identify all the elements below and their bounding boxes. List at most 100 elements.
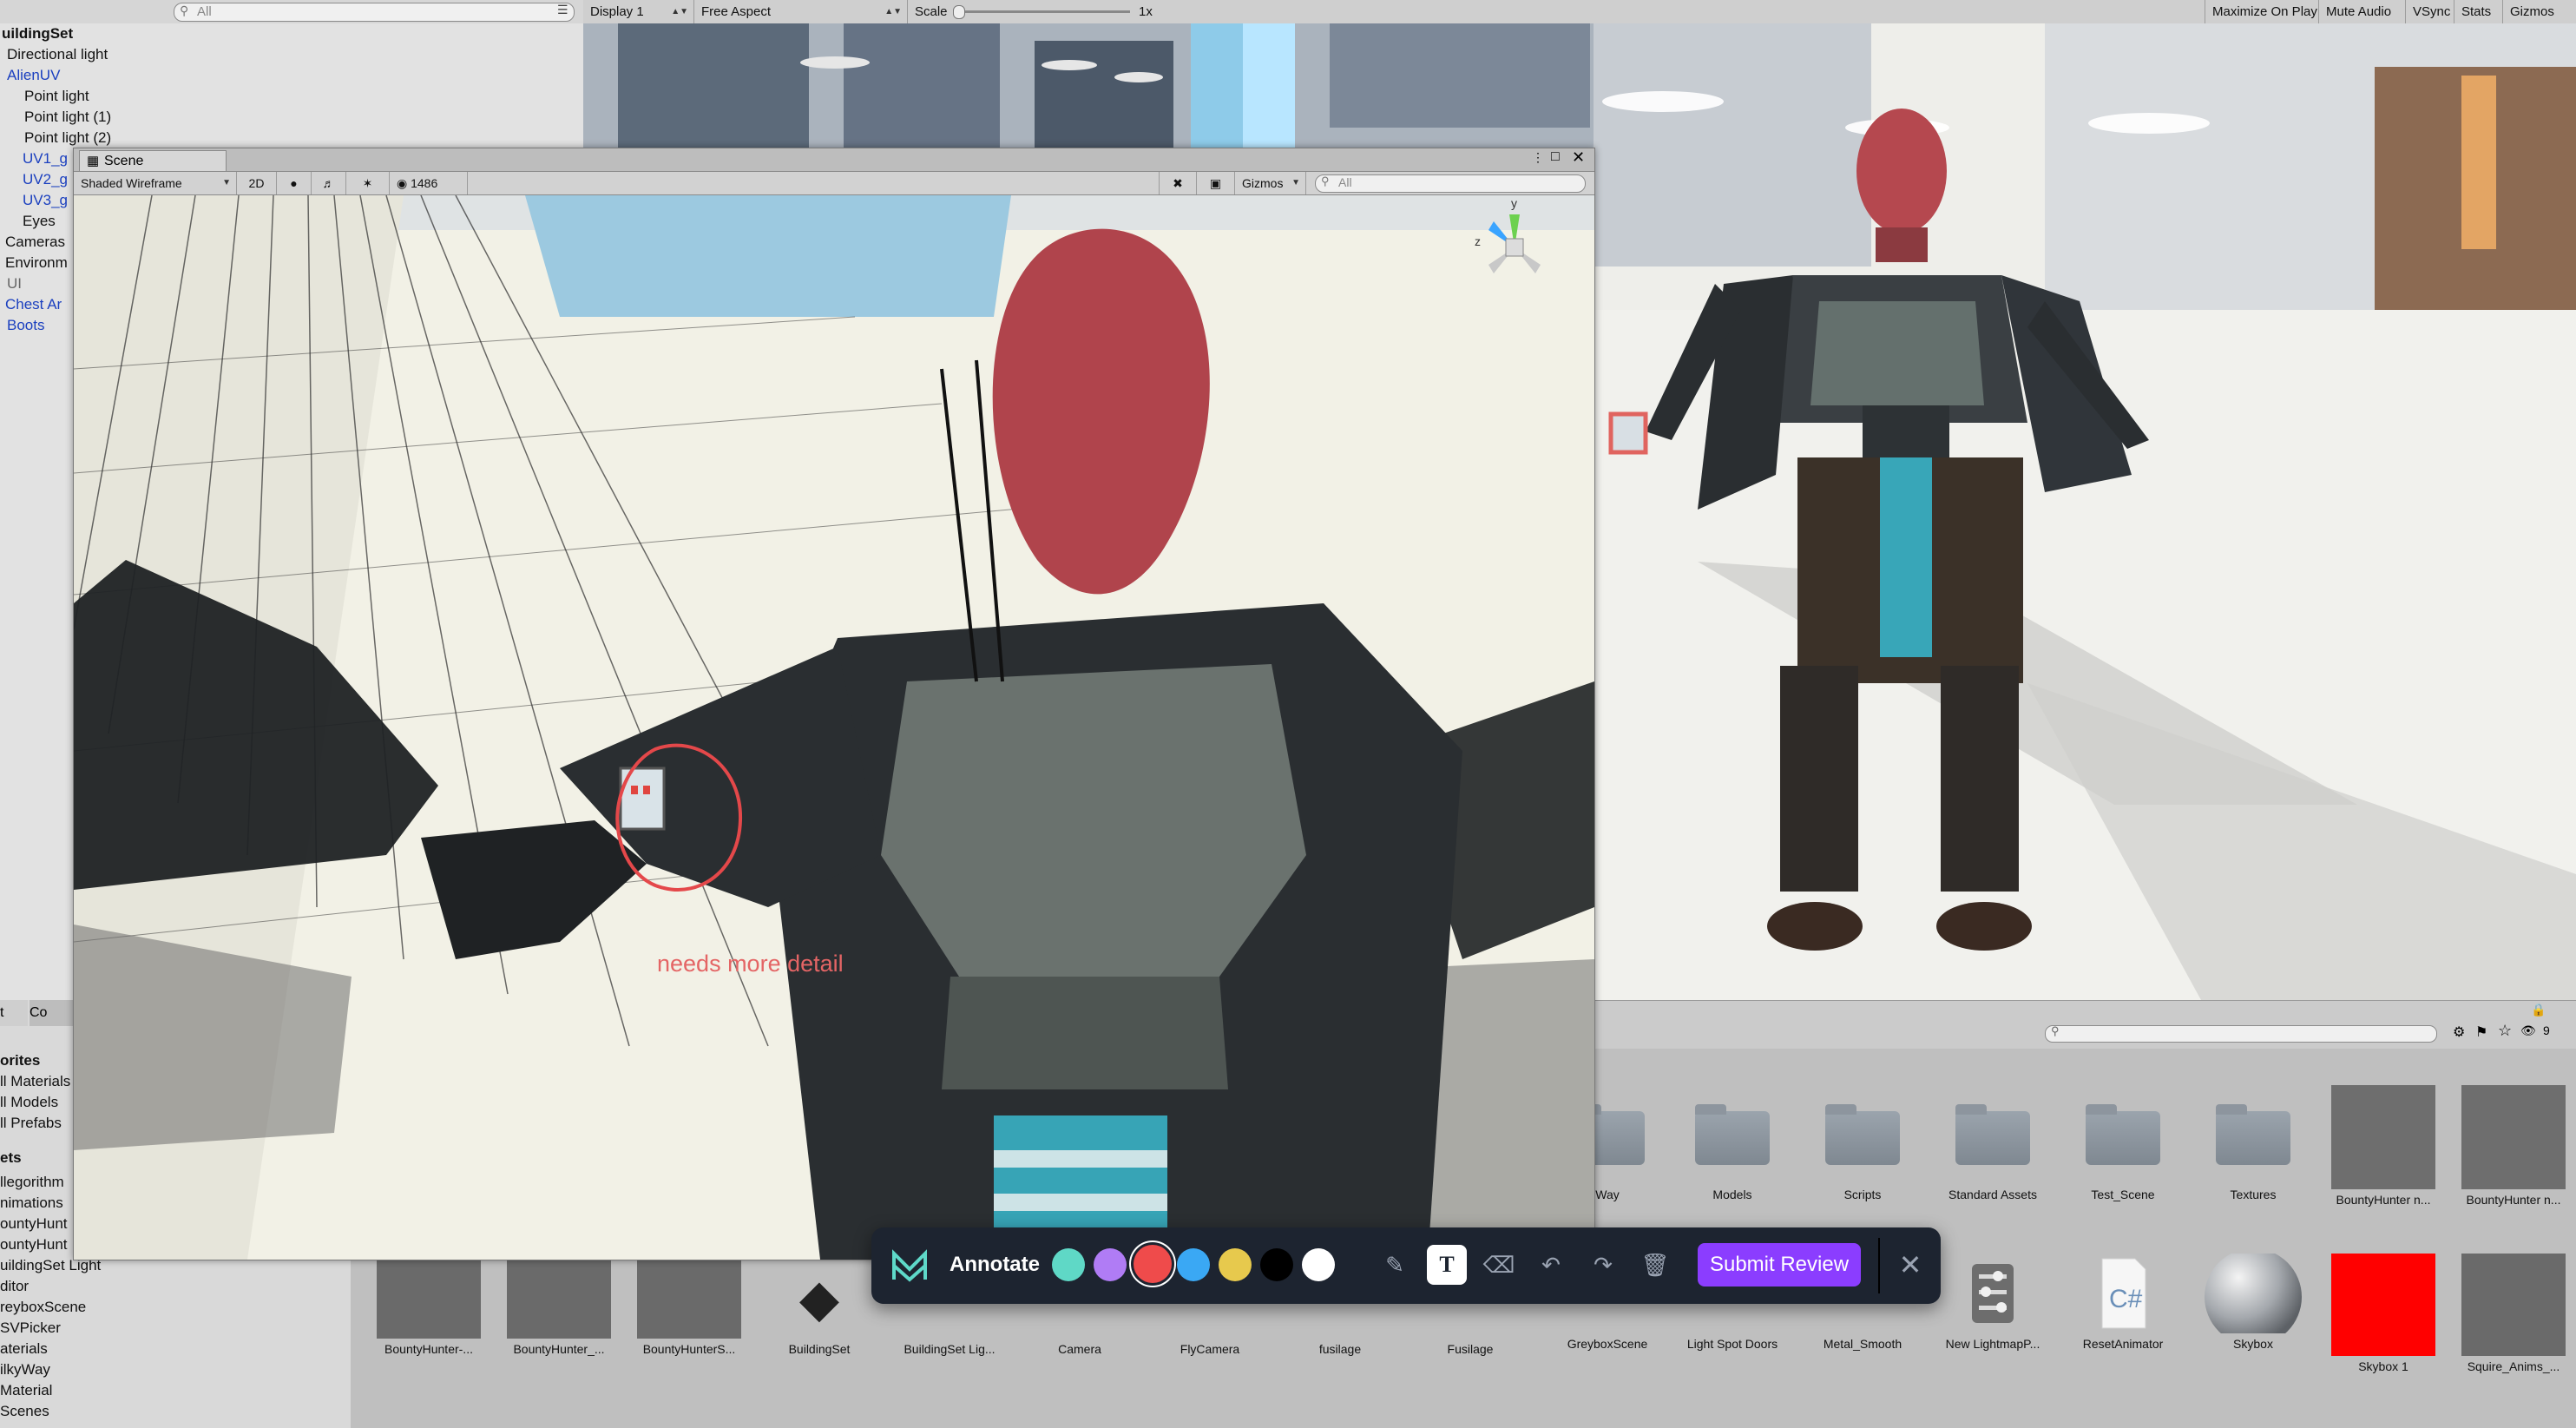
- hierarchy-item[interactable]: Boots: [7, 315, 44, 336]
- tab-scene[interactable]: ▦ Scene: [79, 150, 227, 171]
- pencil-tool-button[interactable]: ✎: [1375, 1245, 1415, 1285]
- folder-item[interactable]: ountyHunt: [0, 1234, 68, 1255]
- favorites-item[interactable]: ll Prefabs: [0, 1113, 62, 1134]
- asset-material[interactable]: Skybox 1: [2323, 1254, 2444, 1373]
- tab-project[interactable]: t: [0, 1000, 28, 1026]
- hierarchy-item[interactable]: UV2_g: [23, 169, 68, 190]
- asset-name: FlyCamera: [1180, 1342, 1240, 1356]
- eraser-tool-button[interactable]: ⌫: [1479, 1245, 1519, 1285]
- asset-folder[interactable]: Test_Scene: [2062, 1083, 2184, 1201]
- assets-header[interactable]: ets: [0, 1148, 22, 1168]
- asset-animation[interactable]: Squire_Anims_...: [2453, 1254, 2574, 1373]
- asset-script[interactable]: C# ResetAnimator: [2062, 1254, 2184, 1351]
- camera-dropdown[interactable]: ▣: [1197, 172, 1235, 194]
- color-swatch-purple[interactable]: [1094, 1248, 1127, 1281]
- project-toolbar: ⚲ 🔒 ⚙ ⚑ ☆ 👁 9: [1594, 1000, 2576, 1050]
- hierarchy-menu-icon[interactable]: ☰: [557, 3, 568, 17]
- hierarchy-item[interactable]: UI: [7, 273, 22, 294]
- hierarchy-item[interactable]: UV1_g: [23, 148, 68, 169]
- asset-model[interactable]: BountyHunter n...: [2323, 1085, 2444, 1207]
- folder-item[interactable]: Scenes: [0, 1401, 49, 1422]
- hierarchy-item[interactable]: Directional light: [7, 44, 108, 65]
- scale-slider-handle[interactable]: [953, 5, 965, 19]
- hierarchy-item[interactable]: Cameras: [5, 232, 65, 253]
- hidden-packages-icon[interactable]: 👁: [2520, 1023, 2536, 1038]
- asset-model[interactable]: BountyHunter_...: [498, 1259, 620, 1356]
- asset-material[interactable]: Skybox: [2192, 1248, 2314, 1351]
- folder-item[interactable]: ountyHunt: [0, 1214, 68, 1234]
- filter-label-icon[interactable]: ⚑: [2475, 1023, 2487, 1041]
- asset-folder[interactable]: Standard Assets: [1932, 1083, 2054, 1201]
- window-menu-icon[interactable]: ⋮: [1532, 150, 1544, 165]
- tab-console[interactable]: Co: [30, 1000, 73, 1026]
- folder-item[interactable]: SVPicker: [0, 1318, 61, 1339]
- scene-gizmos-label: Gizmos: [1242, 176, 1284, 190]
- orientation-gizmo[interactable]: y z: [1462, 195, 1567, 299]
- asset-folder[interactable]: Models: [1672, 1083, 1793, 1201]
- redo-button[interactable]: ↷: [1583, 1245, 1623, 1285]
- hierarchy-search-input[interactable]: ⚲ All: [174, 3, 575, 22]
- display-dropdown[interactable]: Display 1 ▲▼: [583, 0, 694, 23]
- folder-item[interactable]: llegorithm: [0, 1172, 64, 1193]
- hierarchy-item[interactable]: Environm: [5, 253, 68, 273]
- lighting-toggle[interactable]: ●: [277, 172, 312, 194]
- scene-viewport[interactable]: y z needs more detail: [74, 195, 1594, 1260]
- folder-item[interactable]: ditor: [0, 1276, 29, 1297]
- project-search-input[interactable]: ⚲: [2045, 1024, 2437, 1043]
- color-swatch-white[interactable]: [1302, 1248, 1335, 1281]
- audio-toggle[interactable]: ♬: [312, 172, 346, 194]
- asset-lightmap-params[interactable]: New LightmapP...: [1932, 1254, 2054, 1351]
- close-icon[interactable]: ✕: [1572, 148, 1585, 167]
- hierarchy-item[interactable]: Point light (2): [24, 128, 111, 148]
- shading-mode-dropdown[interactable]: Shaded Wireframe ▼: [74, 172, 237, 194]
- color-swatch-blue[interactable]: [1177, 1248, 1210, 1281]
- asset-model[interactable]: BountyHunter-...: [368, 1259, 490, 1356]
- game-gizmos-dropdown[interactable]: Gizmos: [2503, 0, 2576, 23]
- hierarchy-item[interactable]: UV3_g: [23, 190, 68, 211]
- folder-item[interactable]: aterials: [0, 1339, 48, 1359]
- favorites-header[interactable]: orites: [0, 1050, 40, 1071]
- text-tool-button[interactable]: T: [1427, 1245, 1467, 1285]
- vsync-toggle[interactable]: VSync: [2406, 0, 2454, 23]
- maximize-icon[interactable]: □: [1551, 149, 1560, 165]
- scale-slider[interactable]: [953, 5, 1130, 19]
- favorites-item[interactable]: ll Materials: [0, 1071, 70, 1092]
- asset-model[interactable]: BountyHunter n...: [2453, 1085, 2574, 1207]
- trash-button[interactable]: 🗑: [1635, 1245, 1675, 1285]
- color-swatch-teal[interactable]: [1052, 1248, 1085, 1281]
- favorite-star-icon[interactable]: ☆: [2498, 1022, 2512, 1040]
- hierarchy-item[interactable]: Eyes: [23, 211, 56, 232]
- hierarchy-item[interactable]: Chest Ar: [5, 294, 62, 315]
- asset-folder[interactable]: Textures: [2192, 1083, 2314, 1201]
- asset-folder[interactable]: Scripts: [1802, 1083, 1923, 1201]
- asset-model[interactable]: BountyHunterS...: [628, 1259, 750, 1356]
- asset-scene[interactable]: ◆ BuildingSet: [759, 1259, 880, 1356]
- folder-item[interactable]: reyboxScene: [0, 1297, 86, 1318]
- hidden-objects-toggle[interactable]: ◉ 1486: [390, 172, 468, 194]
- filter-type-icon[interactable]: ⚙: [2453, 1023, 2465, 1041]
- folder-item[interactable]: nimations: [0, 1193, 63, 1214]
- effects-dropdown[interactable]: ✶: [346, 172, 390, 194]
- hierarchy-scene-name[interactable]: uildingSet: [2, 23, 73, 44]
- undo-button[interactable]: ↶: [1531, 1245, 1571, 1285]
- 2d-toggle[interactable]: 2D: [237, 172, 277, 194]
- color-swatch-red[interactable]: [1134, 1245, 1172, 1283]
- favorites-item[interactable]: ll Models: [0, 1092, 58, 1113]
- scene-gizmos-dropdown[interactable]: Gizmos ▼: [1235, 172, 1306, 194]
- folder-item[interactable]: ilkyWay: [0, 1359, 50, 1380]
- color-swatch-yellow[interactable]: [1219, 1248, 1252, 1281]
- hierarchy-item[interactable]: AlienUV: [7, 65, 60, 86]
- hierarchy-item[interactable]: Point light: [24, 86, 89, 107]
- folder-item[interactable]: Material: [0, 1380, 52, 1401]
- mute-audio-toggle[interactable]: Mute Audio: [2319, 0, 2406, 23]
- aspect-dropdown[interactable]: Free Aspect ▲▼: [694, 0, 908, 23]
- close-annotate-button[interactable]: ✕: [1890, 1245, 1930, 1285]
- tools-button[interactable]: ✖: [1159, 172, 1197, 194]
- color-swatch-black[interactable]: [1260, 1248, 1293, 1281]
- hierarchy-item[interactable]: Point light (1): [24, 107, 111, 128]
- scene-search-input[interactable]: ⚲ All: [1315, 174, 1586, 193]
- lock-icon[interactable]: 🔒: [2531, 1003, 2546, 1017]
- stats-toggle[interactable]: Stats: [2454, 0, 2503, 23]
- maximize-on-play-toggle[interactable]: Maximize On Play: [2205, 0, 2319, 23]
- submit-review-button[interactable]: Submit Review: [1698, 1243, 1861, 1287]
